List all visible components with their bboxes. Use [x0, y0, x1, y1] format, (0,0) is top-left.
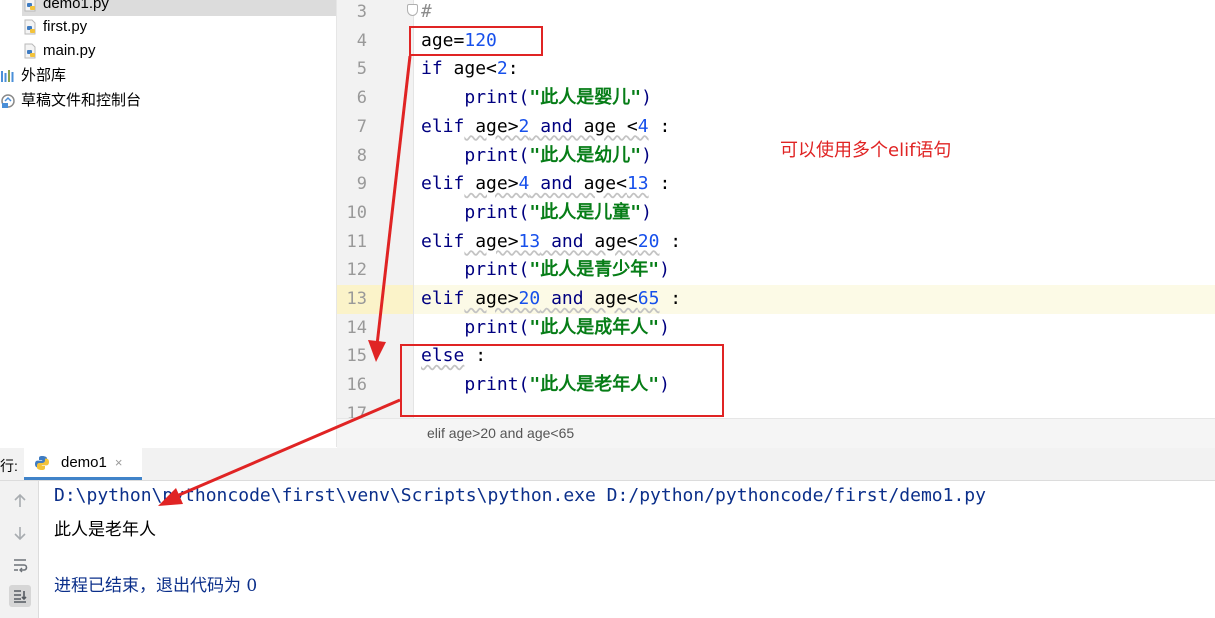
python-file-icon	[22, 43, 38, 59]
line-number: 4	[356, 30, 367, 51]
library-icon	[0, 68, 16, 84]
tree-item-label: 外部库	[21, 67, 67, 84]
tree-item-external-libraries[interactable]: 外部库	[0, 64, 66, 88]
console-command-line: D:\python\pythoncode\first\venv\Scripts\…	[54, 485, 986, 506]
scratch-console-icon	[0, 93, 16, 109]
code-line-3[interactable]: #	[421, 0, 432, 27]
scroll-to-end-icon[interactable]	[9, 585, 31, 607]
code-line-14[interactable]: print("此人是成年人")	[421, 314, 670, 343]
project-panel: demo1.py first.py main.py 外部库 草稿文件和控制台	[0, 0, 337, 447]
line-number: 3	[356, 2, 367, 22]
annotation-box-else	[400, 344, 724, 417]
soft-wrap-icon[interactable]	[9, 554, 31, 576]
run-toolbar	[0, 481, 39, 618]
code-line-8[interactable]: print("此人是幼儿")	[421, 142, 652, 171]
line-number: 14	[346, 317, 367, 338]
python-run-icon	[34, 455, 50, 471]
console-output-line: 此人是老年人	[54, 520, 156, 540]
arrow-down-icon[interactable]	[9, 522, 31, 544]
tree-item-scratches[interactable]: 草稿文件和控制台	[0, 89, 141, 113]
line-number: 15	[346, 346, 367, 367]
line-number: 17	[346, 403, 367, 418]
line-number: 9	[356, 174, 367, 195]
line-number: 10	[346, 202, 367, 223]
breadcrumb[interactable]: elif age>20 and age<65	[337, 418, 1215, 448]
tree-item-label: 草稿文件和控制台	[21, 92, 142, 109]
run-tab-label: demo1	[61, 454, 107, 471]
run-tab-demo1[interactable]: demo1 ×	[24, 448, 142, 480]
tree-item-first[interactable]: first.py	[22, 15, 87, 39]
run-tool-window-header: 行: demo1 ×	[0, 448, 1215, 481]
line-number: 7	[356, 116, 367, 137]
arrow-up-icon[interactable]	[9, 490, 31, 512]
line-number: 6	[356, 88, 367, 109]
code-line-6[interactable]: print("此人是婴儿")	[421, 84, 652, 113]
run-console[interactable]: D:\python\pythoncode\first\venv\Scripts\…	[39, 481, 1215, 618]
line-number: 12	[346, 260, 367, 281]
code-line-9[interactable]: elif age>4 and age<13 :	[421, 170, 670, 199]
python-file-icon	[22, 0, 38, 12]
annotation-box-age	[409, 26, 543, 56]
breadcrumb-label[interactable]: elif age>20 and age<65	[427, 425, 574, 441]
code-line-12[interactable]: print("此人是青少年")	[421, 256, 670, 285]
line-number: 13	[346, 289, 367, 309]
fold-marker-icon[interactable]	[407, 4, 418, 16]
tree-item-main[interactable]: main.py	[22, 39, 96, 63]
close-icon[interactable]: ×	[115, 455, 123, 470]
annotation-note: 可以使用多个elif语句	[780, 140, 952, 161]
python-file-icon	[22, 19, 38, 35]
run-label: 行:	[0, 458, 18, 474]
tree-item-label: first.py	[43, 18, 88, 35]
line-number: 11	[346, 231, 367, 252]
tree-item-label: demo1.py	[43, 0, 109, 12]
console-exit-message: 进程已结束，退出代码为 0	[54, 576, 258, 596]
line-number: 16	[346, 375, 367, 396]
code-line-7[interactable]: elif age>2 and age <4 :	[421, 113, 670, 142]
code-line-10[interactable]: print("此人是儿童")	[421, 199, 652, 228]
code-line-5[interactable]: if age<2:	[421, 55, 519, 84]
code-line-13[interactable]: elif age>20 and age<65 :	[421, 285, 681, 314]
line-number: 8	[356, 145, 367, 166]
tree-item-demo1[interactable]: demo1.py	[22, 0, 336, 16]
tree-item-label: main.py	[43, 42, 96, 59]
code-line-11[interactable]: elif age>13 and age<20 :	[421, 228, 681, 257]
line-number: 5	[356, 59, 367, 80]
